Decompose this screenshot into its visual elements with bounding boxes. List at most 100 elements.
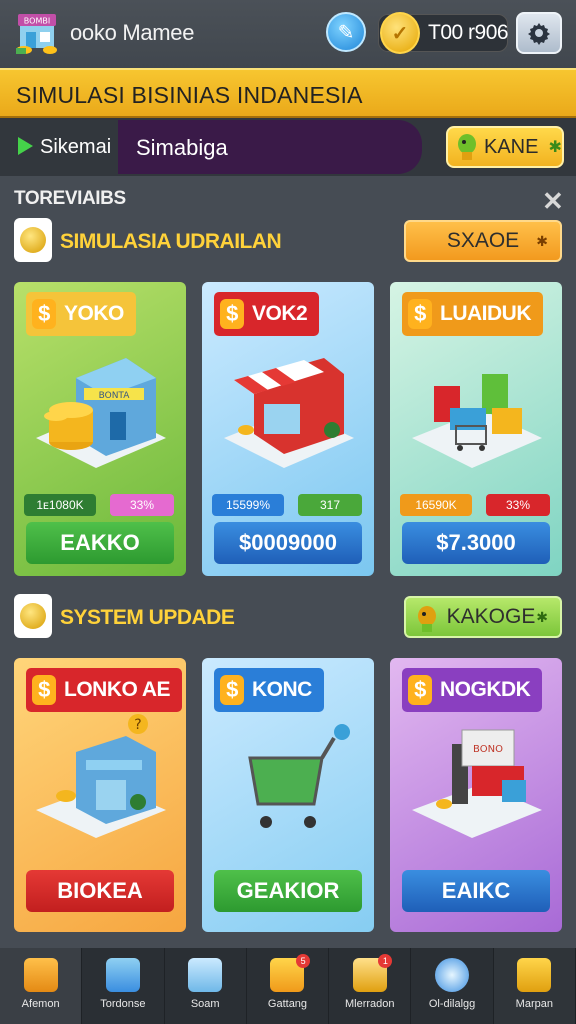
globe-icon <box>435 958 470 992</box>
tab-label: Ol-dilalgg <box>428 998 476 1010</box>
settings-button[interactable] <box>516 12 562 54</box>
star-icon: ✱ <box>548 139 562 156</box>
chat-bubble-icon: ✎ <box>337 21 355 44</box>
dollar-icon: $ <box>220 675 244 705</box>
tab-gattang[interactable]: 5 Gattang <box>247 948 330 1024</box>
card-percent: 33% <box>486 494 550 516</box>
settings-gear-icon <box>528 23 550 45</box>
forklift-icon: BONO <box>412 729 542 838</box>
card-label: $ KONC <box>214 668 324 712</box>
card-stat: 16590K <box>400 494 472 516</box>
top-bar: BOMBI ooko Mamee ✎ ✓ T00 r906 <box>0 0 576 68</box>
section2-button-label: KAKOGE <box>446 605 536 628</box>
gold-coin-icon: ✓ <box>380 12 420 54</box>
close-icon[interactable]: ✕ <box>542 186 564 217</box>
tab-label: Tordonse <box>100 998 146 1010</box>
shop-logo-icon: BOMBI <box>16 14 57 54</box>
section1-button-label: SXAOE <box>446 229 520 252</box>
star-icon: ✱ <box>536 232 548 249</box>
card-label: $ VOK2 <box>214 292 320 336</box>
banner-title: SIMULASI BISINIAS INDANESIA <box>16 82 363 108</box>
bank-building-icon: BONTA <box>36 358 166 468</box>
business-card-2[interactable]: $ VOK2 15599% 317 $0009000 <box>202 282 374 576</box>
card-action-button[interactable]: EAIKC <box>402 870 550 912</box>
section1-title: SIMULASIA UDRAILAN <box>60 230 282 253</box>
office-building-icon: ? <box>36 714 166 838</box>
dollar-icon: $ <box>32 675 56 705</box>
card-action-button[interactable]: EAKKO <box>26 522 174 564</box>
box-sign: BONO <box>473 744 503 755</box>
card-label-text: VOK2 <box>252 302 308 325</box>
shopping-cart-icon <box>248 724 350 828</box>
dollar-icon: $ <box>408 675 432 705</box>
tab-marpan[interactable]: Marpan <box>493 948 576 1024</box>
card-label: $ YOKO <box>26 292 136 336</box>
card-percent: 317 <box>298 494 362 516</box>
notification-badge: 5 <box>296 954 311 968</box>
business-card-1[interactable]: $ YOKO BONTA 1ᴇ1080K 33% EAKKO <box>14 282 186 576</box>
tab-label: Gattang <box>267 998 308 1010</box>
basket-icon <box>23 958 58 992</box>
shop-building-icon <box>224 358 354 468</box>
tab-label: Soam <box>190 998 220 1010</box>
card-label-text: NOGKDK <box>440 678 531 701</box>
calendar-icon <box>105 958 140 992</box>
market-goods-icon <box>412 374 542 468</box>
tab-label: Mlerradon <box>345 998 395 1010</box>
kane-button-label: KANE <box>484 135 539 158</box>
chat-button[interactable]: ✎ <box>326 12 366 52</box>
card-action-button[interactable]: BIOKEA <box>26 870 174 912</box>
tab-mlerradon[interactable]: 1 Mlerradon <box>329 948 412 1024</box>
logo-text: BOMBI <box>24 17 50 26</box>
notification-badge: 1 <box>378 954 393 968</box>
section2-button[interactable]: KAKOGE ✱ <box>404 596 562 638</box>
section-coin-icon <box>14 218 52 262</box>
card-label-text: KONC <box>252 678 312 701</box>
card-stat: 15599% <box>212 494 284 516</box>
dollar-icon: $ <box>408 299 432 329</box>
section2-title: SYSTEM UPDADE <box>60 606 235 629</box>
app-title: ooko Mamee <box>70 20 195 45</box>
tab-label: Afemon <box>21 998 60 1010</box>
card-label: $ LUAIDUK <box>402 292 543 336</box>
update-card-2[interactable]: $ KONC GEAKIOR <box>202 658 374 932</box>
bottom-nav: Afemon Tordonse Soam 5 Gattang 1 Mlerrad… <box>0 948 576 1024</box>
business-card-3[interactable]: $ LUAIDUK 16590K 33% $7.3000 <box>390 282 562 576</box>
tab-tordonse[interactable]: Tordonse <box>82 948 165 1024</box>
coin-balance: T00 r906 <box>428 21 509 44</box>
card-label-text: YOKO <box>64 302 124 325</box>
card-label: $ LONKO AE <box>26 668 183 712</box>
section-coin-icon <box>14 594 52 638</box>
tab-ol-dilalgg[interactable]: Ol-dilalgg <box>411 948 494 1024</box>
card-action-button[interactable]: GEAKIOR <box>214 870 362 912</box>
tab-soam[interactable]: Soam <box>165 948 247 1024</box>
tab-afemon[interactable]: Afemon <box>0 948 83 1024</box>
mascot-icon <box>458 134 476 160</box>
mascot-icon <box>418 606 436 632</box>
box-icon <box>188 958 223 992</box>
dollar-icon: $ <box>32 299 56 329</box>
play-icon[interactable] <box>18 137 33 155</box>
panel-header: TOREVIAIBS <box>14 188 126 209</box>
card-action-button[interactable]: $7.3000 <box>402 522 550 564</box>
update-card-1[interactable]: $ LONKO AE ? BIOKEA <box>14 658 186 932</box>
card-action-button[interactable]: $0009000 <box>214 522 362 564</box>
svg-text:?: ? <box>134 717 141 733</box>
nav-play-label[interactable]: Sikemai <box>40 136 111 159</box>
star-icon: ✱ <box>536 608 548 625</box>
building-sign: BONTA <box>99 391 131 401</box>
kane-button[interactable]: KANE ✱ <box>446 126 564 168</box>
card-label: $ NOGKDK <box>402 668 543 712</box>
title-banner: SIMULASI BISINIAS INDANESIA <box>0 68 576 118</box>
robot-icon <box>517 958 552 992</box>
tab-label: Marpan <box>515 998 553 1010</box>
card-percent: 33% <box>110 494 174 516</box>
card-stat: 1ᴇ1080K <box>24 494 96 516</box>
card-label-text: LONKO AE <box>64 678 171 701</box>
section1-button[interactable]: SXAOE ✱ <box>404 220 562 262</box>
update-card-3[interactable]: $ NOGKDK BONO EAIKC <box>390 658 562 932</box>
nav-active-label: Simabiga <box>136 135 228 160</box>
app-screen: BOMBI ooko Mamee ✎ ✓ T00 r906 SIMULASI B… <box>0 0 576 1024</box>
card-label-text: LUAIDUK <box>440 302 532 325</box>
dollar-icon: $ <box>220 299 244 329</box>
